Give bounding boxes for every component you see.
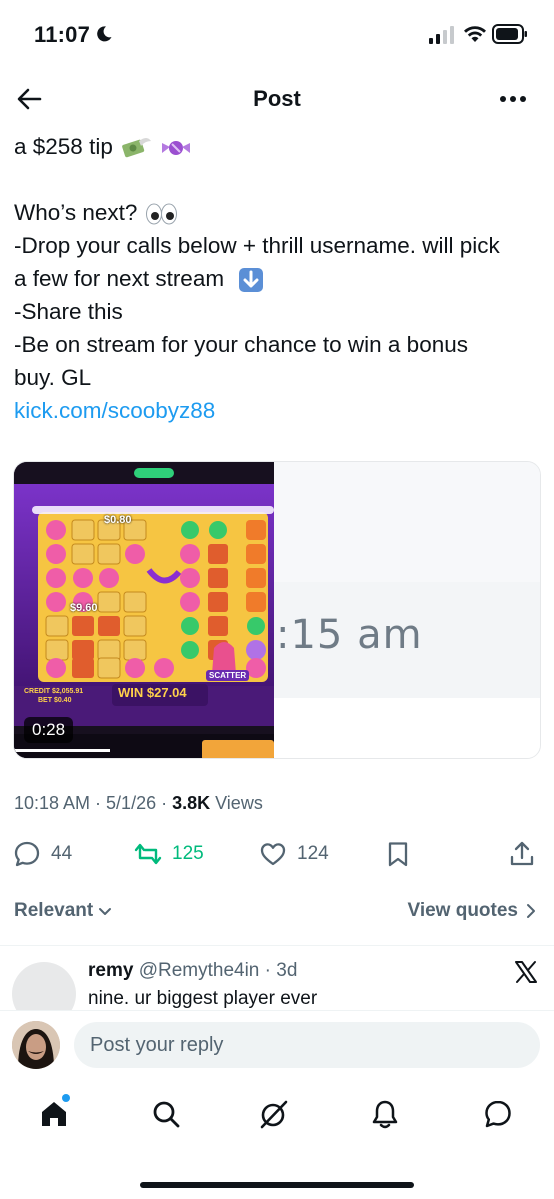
post-header: Post [0,76,554,122]
post-line-next: Who’s next? [14,196,544,229]
post-line-blank [14,163,544,196]
post-line-next-stream: a few for next stream [14,262,544,295]
video-win-text: WIN $27.04 [118,685,187,700]
views-count: 3.8K [172,793,211,813]
video-tile-value-1: $0.80 [104,514,132,526]
video-tile-value-2: $9.60 [70,602,98,614]
video-preview-panel[interactable]: :15 am [274,462,540,758]
nav-notifications[interactable] [369,1098,401,1130]
like-button[interactable]: 124 [259,834,329,874]
reply-bubble-icon [14,841,40,867]
bookmark-icon [388,842,408,867]
chevron-right-icon [527,904,535,918]
post-line-share: -Share this [14,299,123,324]
chat-bubble-icon [485,1100,511,1128]
avatar[interactable] [12,962,76,1010]
cellular-signal-icon [429,26,454,44]
post-line-text: a few for next stream [14,266,225,291]
reply-input[interactable]: Post your reply [74,1022,540,1068]
eyes-emoji-icon [145,203,177,225]
preview-time-text: :15 am [276,612,423,658]
retweet-button[interactable]: 125 [134,834,204,874]
reply-item[interactable]: remy @Remythe4in · 3d nine. ur biggest p… [0,946,554,1010]
x-logo-icon[interactable] [514,960,538,984]
reply-author-handle[interactable]: @Remythe4in [139,960,260,981]
nav-messages[interactable] [482,1098,514,1130]
post-meta: 10:18 AM · 5/1/26 · 3.8K Views [14,793,263,814]
money-wings-emoji-icon [122,138,152,158]
status-time: 11:07 [34,22,91,47]
view-quotes-label: View quotes [407,900,518,921]
down-arrow-emoji-icon [239,268,264,293]
views-label: Views [210,793,263,813]
reply-header: remy @Remythe4in · 3d [88,960,298,981]
video-scatter-label: SCATTER [206,670,250,681]
bookmark-button[interactable] [384,834,412,874]
home-notification-dot [62,1094,70,1102]
nav-search[interactable] [150,1098,182,1130]
chevron-down-icon [99,908,112,915]
retweet-icon [134,843,162,865]
grok-icon [260,1100,288,1129]
candy-emoji-icon [162,141,191,156]
post-line-tip: a $258 tip [14,130,544,163]
relevant-label: Relevant [14,900,94,921]
post-line-drop-calls: -Drop your calls below + thrill username… [14,233,500,258]
post-link[interactable]: kick.com/scoobyz88 [14,398,215,423]
relevant-dropdown[interactable]: Relevant [14,900,113,922]
home-icon [42,1102,66,1126]
slot-game-image [14,462,274,758]
moon-icon [97,26,112,42]
user-avatar-image [12,1021,60,1069]
post-media: $0.80 $9.60 SCATTER CREDIT $2,055.91 BET… [13,461,541,759]
status-bar: 11:07 [0,0,554,70]
user-avatar[interactable] [12,1021,60,1069]
video-bet-text: BET $0.40 [38,697,72,704]
share-button[interactable] [508,834,536,874]
post-actions: 44 125 124 [0,834,554,874]
video-credit-text: CREDIT $2,055.91 [24,688,84,695]
nav-grok[interactable] [258,1098,290,1130]
wifi-icon [464,26,486,42]
replies-sort-row: Relevant View quotes [0,896,554,928]
reply-age: 3d [276,960,298,981]
post-line-text: a $258 tip [14,134,113,159]
nav-home[interactable] [38,1098,70,1130]
composer-divider [0,1010,554,1011]
home-indicator [140,1182,414,1188]
retweet-count: 125 [172,843,204,864]
heart-icon [260,843,286,866]
like-count: 124 [297,843,329,864]
post-timestamp: 10:18 AM · 5/1/26 · [14,793,173,813]
reply-author-name[interactable]: remy [88,960,133,981]
page-title: Post [253,86,301,111]
more-options-icon[interactable] [498,94,528,104]
video-thumbnail[interactable]: $0.80 $9.60 SCATTER CREDIT $2,055.91 BET… [14,462,274,758]
bell-icon [372,1100,398,1129]
post-line-be-on-stream: -Be on stream for your chance to win a b… [14,332,468,357]
bottom-navigation [0,1090,554,1140]
battery-icon [492,24,527,44]
view-quotes-link[interactable]: View quotes [407,900,538,922]
reply-button[interactable]: 44 [13,834,72,874]
search-icon [153,1101,180,1128]
reply-text: nine. ur biggest player ever [88,988,318,1009]
video-duration: 0:28 [24,717,74,743]
post-body: a $258 tip Who’s next? -Drop your calls … [14,130,544,427]
post-line-text: Who’s next? [14,200,138,225]
post-line-buy: buy. GL [14,365,92,390]
share-icon [510,841,534,866]
reply-count: 44 [51,843,73,864]
